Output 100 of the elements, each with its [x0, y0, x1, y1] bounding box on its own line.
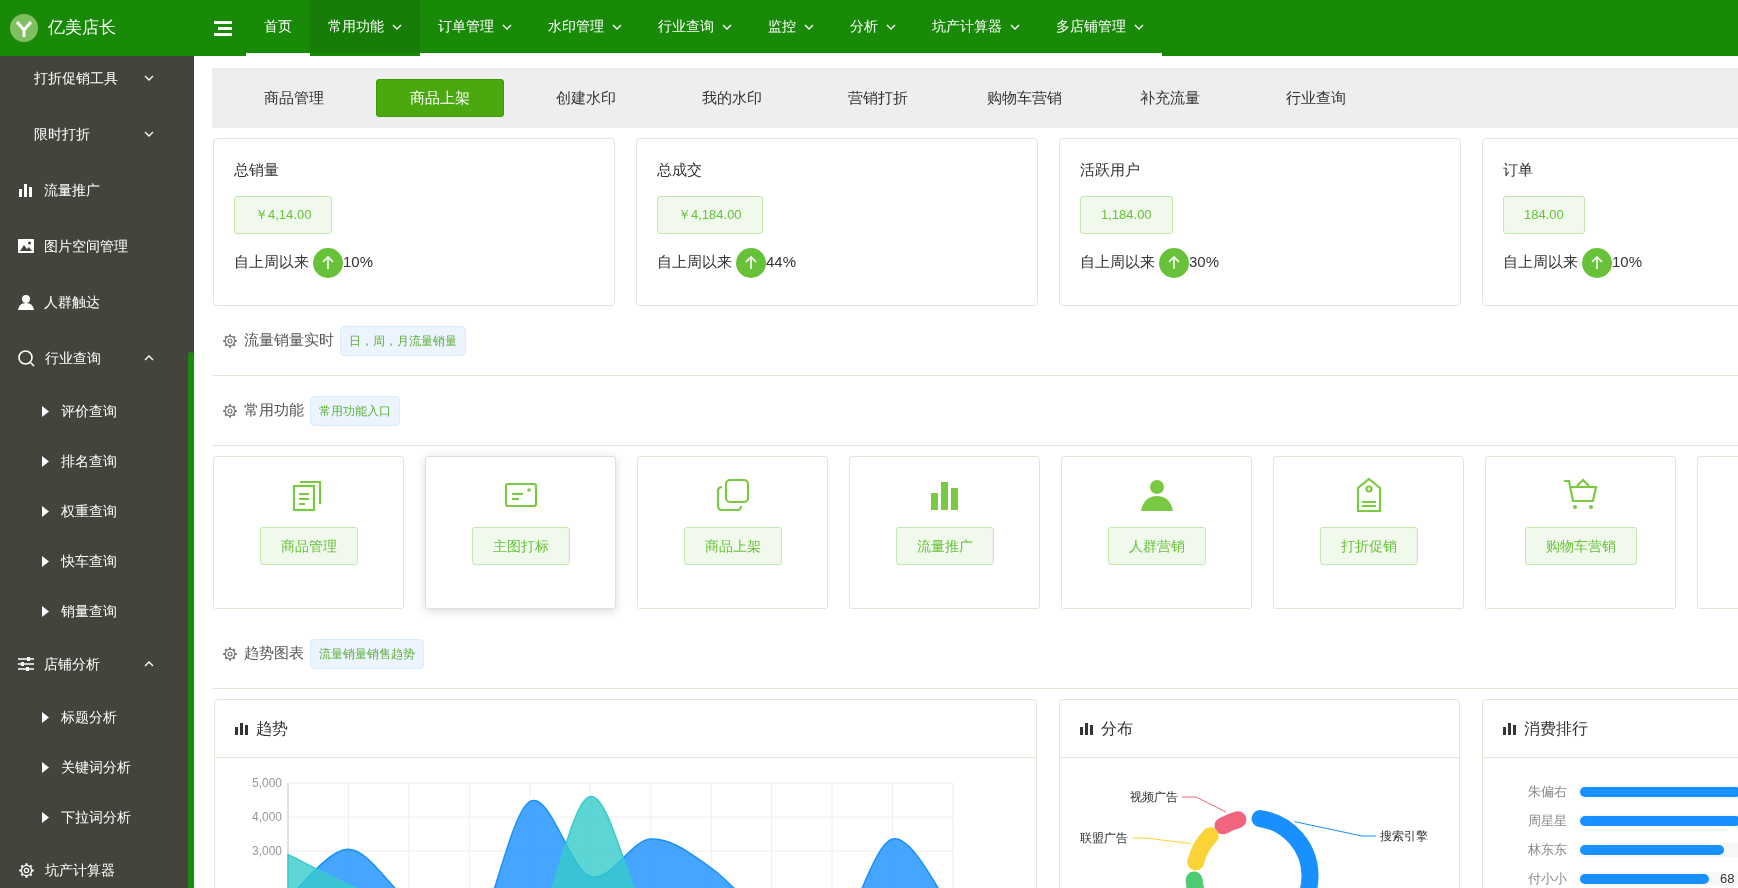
sub-tab[interactable]: 商品上架: [376, 79, 504, 117]
sub-tab[interactable]: 商品管理: [230, 79, 358, 117]
bar-chart-icon: [1503, 722, 1516, 735]
scrollbar-thumb[interactable]: [188, 352, 194, 888]
nav-tab[interactable]: 分析: [832, 0, 914, 56]
triangle-right-icon: [42, 455, 49, 467]
nav-tab[interactable]: 行业查询: [640, 0, 750, 56]
arrow-up-icon: [313, 247, 343, 278]
rank-name: 朱偏右: [1527, 784, 1567, 800]
sidebar-subitem[interactable]: 排名查询: [0, 436, 187, 486]
sidebar-subitem[interactable]: 关键词分析: [0, 742, 187, 792]
y-tick-label: 3,000: [251, 844, 282, 858]
stat-value: ￥4,184.00: [657, 195, 763, 234]
section-title: 常用功能: [244, 400, 304, 421]
sub-tab[interactable]: 行业查询: [1252, 79, 1380, 117]
brand-name: 亿美店长: [48, 17, 116, 40]
chevron-down-icon: [144, 75, 154, 81]
panel-title: 消费排行: [1524, 718, 1588, 739]
section-tag: 日，周，月流量销量: [340, 325, 466, 356]
image-icon: [18, 239, 34, 253]
user-icon: [1138, 477, 1175, 513]
arrow-up-icon: [1159, 247, 1189, 278]
nav-tab[interactable]: 监控: [750, 0, 832, 56]
triangle-right-icon: [42, 605, 49, 617]
rank-name: 林东东: [1527, 842, 1567, 858]
panel-title: 分布: [1101, 718, 1133, 739]
triangle-right-icon: [42, 811, 49, 823]
section-title: 趋势图表: [244, 643, 304, 664]
sidebar-item[interactable]: 行业查询: [0, 330, 187, 386]
sub-tab[interactable]: 创建水印: [522, 79, 650, 117]
section-title: 流量销量实时: [244, 330, 334, 351]
copy-icon: [714, 477, 751, 513]
bar-chart-icon: [1080, 722, 1093, 735]
user-icon: [18, 294, 34, 310]
gear-icon: [222, 332, 238, 349]
y-tick-label: 5,000: [251, 776, 282, 790]
nav-tab[interactable]: 订单管理: [420, 0, 530, 56]
sidebar-item[interactable]: 流量推广: [0, 162, 187, 218]
leader-line: [1181, 796, 1227, 813]
trend-change: 10%: [343, 252, 374, 273]
section-tag: 常用功能入口: [310, 395, 400, 426]
leader-line: [1131, 837, 1192, 845]
arrow-up-icon: [1582, 247, 1612, 278]
triangle-right-icon: [42, 711, 49, 723]
trend-change: 10%: [1612, 252, 1643, 273]
logo-icon: [10, 14, 38, 42]
sub-tab[interactable]: 营销打折: [814, 79, 942, 117]
stat-title: 订单: [1503, 160, 1533, 180]
nav-tab[interactable]: 坑产计算器: [914, 0, 1038, 56]
chart-label: 搜索引擎: [1380, 829, 1428, 843]
bar-chart-icon: [235, 722, 248, 735]
sidebar-item[interactable]: 限时打折: [0, 106, 187, 162]
chart-label: 视频广告: [1130, 790, 1178, 804]
stat-value: 184.00: [1503, 195, 1585, 234]
sidebar-subitem[interactable]: 权重查询: [0, 486, 187, 536]
triangle-right-icon: [42, 405, 49, 417]
trend-label: 自上周以来: [1503, 252, 1578, 273]
gear-icon: [18, 861, 35, 879]
stat-value: 1,184.00: [1080, 195, 1173, 234]
nav-tab[interactable]: 常用功能: [310, 0, 420, 56]
rank-name: 付小小: [1527, 871, 1567, 887]
sidebar-subitem[interactable]: 快车查询: [0, 536, 187, 586]
trend-label: 自上周以来: [657, 252, 732, 273]
gear-icon: [222, 402, 238, 419]
triangle-right-icon: [42, 505, 49, 517]
sub-tab[interactable]: 补充流量: [1106, 79, 1234, 117]
sub-tab[interactable]: 购物车营销: [960, 79, 1088, 117]
arrow-up-icon: [736, 247, 766, 278]
section-tag: 流量销量销售趋势: [310, 638, 424, 669]
stat-value: ￥4,14.00: [234, 195, 333, 234]
bar-chart-icon: [18, 183, 34, 197]
triangle-right-icon: [42, 761, 49, 773]
search-icon: [18, 349, 35, 367]
chart-label: 联盟广告: [1080, 831, 1128, 845]
nav-tab[interactable]: 水印管理: [530, 0, 640, 56]
chevron-up-icon: [144, 355, 154, 361]
stat-title: 活跃用户: [1080, 160, 1140, 180]
menu-icon[interactable]: [214, 20, 232, 36]
sidebar-subitem[interactable]: 评价查询: [0, 386, 187, 436]
trend-label: 自上周以来: [234, 252, 309, 273]
rank-value: 68: [1720, 871, 1735, 887]
y-tick-label: 4,000: [251, 810, 282, 824]
stat-title: 总成交: [657, 160, 702, 180]
sidebar-item[interactable]: 人群触达: [0, 274, 187, 330]
gear-icon: [222, 645, 238, 662]
sidebar-item[interactable]: 图片空间管理: [0, 218, 187, 274]
stat-title: 总销量: [234, 160, 279, 180]
sidebar-subitem[interactable]: 标题分析: [0, 692, 187, 742]
sidebar-item[interactable]: 店铺分析: [0, 636, 187, 692]
panel-title: 趋势: [256, 718, 288, 739]
sidebar-item[interactable]: 打折促销工具: [0, 56, 187, 106]
trend-change: 44%: [766, 252, 797, 273]
triangle-right-icon: [42, 555, 49, 567]
sub-tab[interactable]: 我的水印: [668, 79, 796, 117]
sidebar-item[interactable]: 坑产计算器: [0, 842, 187, 888]
chevron-up-icon: [144, 661, 154, 667]
trend-change: 30%: [1189, 252, 1220, 273]
sidebar-subitem[interactable]: 销量查询: [0, 586, 187, 636]
nav-tab[interactable]: 多店铺管理: [1038, 0, 1162, 56]
sidebar-subitem[interactable]: 下拉词分析: [0, 792, 187, 842]
